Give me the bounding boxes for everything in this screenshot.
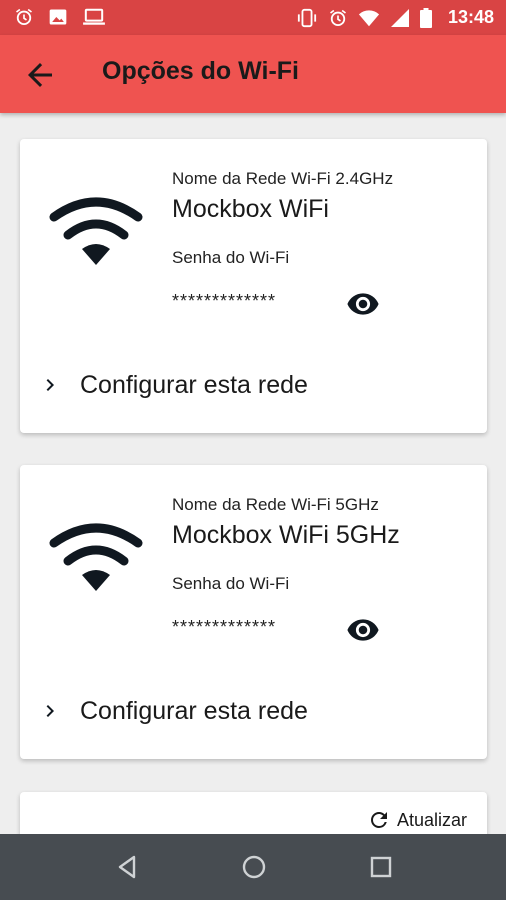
nav-home-button[interactable] [239, 852, 269, 882]
app-bar: Opções do Wi-Fi [0, 35, 506, 113]
wifi-signal-icon [358, 9, 380, 26]
configure-network-label: Configurar esta rede [80, 696, 308, 725]
battery-icon [419, 7, 432, 28]
wifi-icon [49, 197, 143, 265]
page-title: Opções do Wi-Fi [102, 57, 299, 85]
clock: 13:48 [447, 7, 494, 27]
image-icon [49, 9, 67, 25]
laptop-icon [83, 8, 105, 25]
arrow-back-icon [28, 63, 52, 87]
home-circle-icon [242, 855, 266, 879]
network-card-5ghz: Nome da Rede Wi-Fi 5GHz Mockbox WiFi 5GH… [20, 465, 487, 759]
network-name: Mockbox WiFi 5GHz [172, 521, 400, 549]
system-nav-bar [0, 834, 506, 900]
show-password-button[interactable] [346, 613, 380, 647]
chevron-right-icon [46, 379, 54, 391]
status-bar-left-icons [14, 7, 106, 27]
network-name: Mockbox WiFi [172, 195, 329, 223]
eye-icon [347, 619, 379, 641]
chevron-right-icon [46, 705, 54, 717]
back-button[interactable] [22, 57, 58, 93]
status-bar: 13:48 [0, 0, 506, 35]
alarm-icon [16, 8, 32, 26]
recents-square-icon [370, 856, 392, 878]
configure-network-button[interactable]: Configurar esta rede [38, 365, 468, 405]
configure-network-button[interactable]: Configurar esta rede [38, 691, 468, 731]
network-card-24ghz: Nome da Rede Wi-Fi 2.4GHz Mockbox WiFi S… [20, 139, 487, 433]
refresh-button[interactable]: Atualizar [367, 808, 467, 832]
nav-recents-button[interactable] [366, 852, 396, 882]
configure-network-label: Configurar esta rede [80, 370, 308, 399]
password-value: ************* [172, 617, 277, 637]
password-label: Senha do Wi-Fi [172, 574, 290, 593]
eye-icon [347, 293, 379, 315]
back-triangle-icon [118, 855, 136, 879]
show-password-button[interactable] [346, 287, 380, 321]
alarm-icon [329, 9, 346, 26]
status-bar-right-icons: 13:48 [296, 7, 494, 28]
nav-back-button[interactable] [112, 852, 142, 882]
refresh-icon [370, 812, 387, 828]
wifi-icon [49, 523, 143, 591]
password-value: ************* [172, 291, 277, 311]
password-label: Senha do Wi-Fi [172, 248, 290, 267]
cell-signal-icon [390, 8, 409, 27]
network-label: Nome da Rede Wi-Fi 5GHz [172, 495, 379, 514]
network-label: Nome da Rede Wi-Fi 2.4GHz [172, 169, 394, 188]
refresh-label: Atualizar [396, 809, 467, 830]
vibrate-icon [297, 8, 317, 27]
